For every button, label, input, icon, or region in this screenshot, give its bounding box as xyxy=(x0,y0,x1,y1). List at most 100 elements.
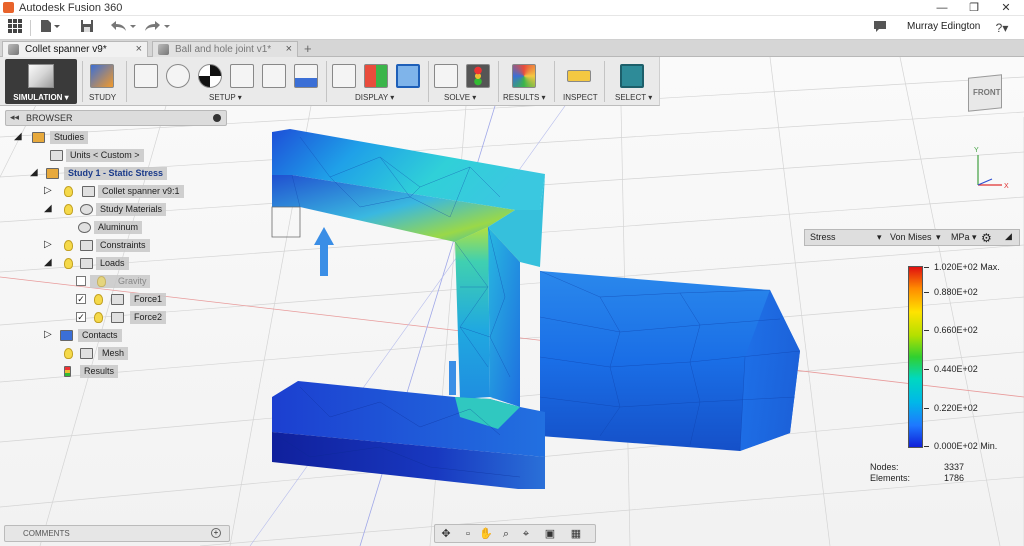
browser-panel-header[interactable]: ◂◂ BROWSER xyxy=(5,110,227,126)
fusion-logo-icon xyxy=(3,2,14,13)
maximize-button[interactable]: ❐ xyxy=(958,0,990,16)
study-group-label[interactable]: STUDY xyxy=(89,93,116,102)
inspect-group-label[interactable]: INSPECT xyxy=(563,93,598,102)
comments-title: COMMENTS xyxy=(23,529,70,538)
orbit-icon[interactable]: ✥ xyxy=(439,527,453,541)
zoom-icon[interactable]: ⌕ xyxy=(499,527,513,541)
visibility-bulb-icon[interactable] xyxy=(94,312,103,323)
legend-max-label: 1.020E+02 Max. xyxy=(934,262,1000,272)
display-group-label[interactable]: DISPLAY ▾ xyxy=(355,93,394,102)
solve-group-label[interactable]: SOLVE ▾ xyxy=(444,93,476,102)
user-account-menu[interactable]: Murray Edington xyxy=(907,21,980,32)
expand-arrow-icon[interactable]: ◢ xyxy=(44,203,52,214)
new-study-icon[interactable] xyxy=(90,64,114,88)
visibility-bulb-icon[interactable] xyxy=(64,186,73,197)
fit-icon[interactable]: ⌖ xyxy=(519,527,533,541)
force2-checkbox[interactable]: ✓ xyxy=(76,312,86,322)
close-tab-button[interactable]: × xyxy=(286,43,292,55)
visibility-bulb-icon[interactable] xyxy=(94,294,103,305)
material-icon xyxy=(78,222,91,233)
study-materials-icon[interactable] xyxy=(166,64,190,88)
visibility-bulb-icon[interactable] xyxy=(64,348,73,359)
undo-button[interactable] xyxy=(108,19,138,37)
undo-icon xyxy=(111,21,136,31)
solve-icon[interactable] xyxy=(466,64,490,88)
criterion-arrow-icon[interactable]: ▾ xyxy=(936,232,941,243)
display-settings-icon[interactable] xyxy=(332,64,356,88)
save-button[interactable] xyxy=(78,19,96,37)
help-button[interactable]: ?▾ xyxy=(990,19,1014,37)
look-at-icon[interactable]: ▫ xyxy=(461,527,475,541)
unit-dropdown[interactable]: MPa ▾ xyxy=(951,232,977,243)
pan-icon[interactable]: ✋ xyxy=(479,527,493,541)
redo-icon xyxy=(145,21,170,31)
expand-arrow-icon[interactable]: ▷ xyxy=(44,185,52,196)
save-icon xyxy=(81,20,93,32)
result-type-selector[interactable]: Stress ▾ Von Mises ▾ MPa ▾ ⚙ ◢ xyxy=(804,229,1020,246)
grid-icon xyxy=(8,19,22,33)
select-icon[interactable] xyxy=(620,64,644,88)
result-type-dropdown[interactable]: Stress xyxy=(810,232,836,242)
measure-icon[interactable] xyxy=(567,70,591,82)
toolbar-divider xyxy=(498,61,499,102)
study-settings-icon[interactable] xyxy=(134,64,158,88)
view-cube[interactable]: FRONT xyxy=(966,68,1008,112)
browser-options-icon[interactable] xyxy=(213,114,221,122)
mesh-display-icon[interactable] xyxy=(364,64,388,88)
view-cube-label: FRONT xyxy=(973,88,1001,97)
criterion-dropdown[interactable]: Von Mises xyxy=(890,232,932,242)
expand-arrow-icon[interactable]: ▷ xyxy=(44,239,52,250)
collapse-browser-button[interactable]: ◂◂ xyxy=(10,112,19,123)
job-status-button[interactable] xyxy=(872,19,888,37)
gear-icon[interactable]: ⚙ xyxy=(981,231,992,245)
redo-button[interactable] xyxy=(142,19,172,37)
file-menu-button[interactable] xyxy=(38,19,62,37)
mass-icon[interactable] xyxy=(198,64,222,88)
constraints-icon[interactable] xyxy=(230,64,254,88)
visibility-bulb-icon[interactable] xyxy=(64,204,73,215)
tab-ball-and-hole-joint[interactable]: Ball and hole joint v1* × xyxy=(152,41,298,57)
expand-arrow-icon[interactable]: ◢ xyxy=(30,167,38,178)
select-group-label[interactable]: SELECT ▾ xyxy=(615,93,652,102)
results-group-label[interactable]: RESULTS ▾ xyxy=(503,93,546,102)
setup-group-label[interactable]: SETUP ▾ xyxy=(209,93,242,102)
gravity-checkbox[interactable] xyxy=(76,276,86,286)
contacts-icon[interactable] xyxy=(294,64,318,88)
minimize-button[interactable]: — xyxy=(926,0,958,16)
expand-arrow-icon[interactable]: ◢ xyxy=(14,131,22,142)
legend-tick xyxy=(924,267,929,268)
pre-check-icon[interactable] xyxy=(434,64,458,88)
gravity-bulb-icon[interactable] xyxy=(97,276,106,287)
mesh-icon xyxy=(80,348,93,359)
shaded-display-icon[interactable] xyxy=(396,64,420,88)
collapse-legend-icon[interactable]: ◢ xyxy=(1005,231,1012,242)
close-window-button[interactable]: ✕ xyxy=(990,0,1022,16)
force1-arrow[interactable] xyxy=(314,227,334,276)
tab-collet-spanner[interactable]: Collet spanner v9* × xyxy=(2,41,148,57)
window-title: Autodesk Fusion 360 xyxy=(19,2,123,14)
visibility-bulb-icon[interactable] xyxy=(64,258,73,269)
display-settings-icon[interactable]: ▣ xyxy=(543,527,557,541)
expand-arrow-icon[interactable]: ◢ xyxy=(44,257,52,268)
navigation-bar: ✥ ▫ ✋ ⌕ ⌖ ▣ ▦ xyxy=(434,524,596,543)
elements-label: Elements: xyxy=(870,473,911,483)
force1-checkbox[interactable]: ✓ xyxy=(76,294,86,304)
close-tab-button[interactable]: × xyxy=(136,43,142,55)
expand-arrow-icon[interactable]: ▷ xyxy=(44,329,52,340)
visibility-bulb-icon[interactable] xyxy=(64,240,73,251)
data-panel-button[interactable] xyxy=(6,19,24,37)
comments-panel[interactable]: COMMENTS + xyxy=(4,525,230,542)
new-tab-button[interactable]: + xyxy=(304,41,312,56)
results-icon[interactable] xyxy=(512,64,536,88)
tree-node-label: Loads xyxy=(96,257,129,270)
toolbar-divider xyxy=(428,61,429,102)
toolbar-divider xyxy=(126,61,127,102)
cylinder-body[interactable] xyxy=(539,270,801,452)
grid-settings-icon[interactable]: ▦ xyxy=(569,527,583,541)
result-type-arrow-icon[interactable]: ▾ xyxy=(877,232,882,243)
loads-icon[interactable] xyxy=(262,64,286,88)
force2-arrow[interactable] xyxy=(449,361,456,395)
legend-tick-label: 0.440E+02 xyxy=(934,364,978,374)
add-comment-button[interactable]: + xyxy=(211,528,221,538)
workspace-switcher[interactable]: SIMULATION ▾ xyxy=(5,59,77,104)
